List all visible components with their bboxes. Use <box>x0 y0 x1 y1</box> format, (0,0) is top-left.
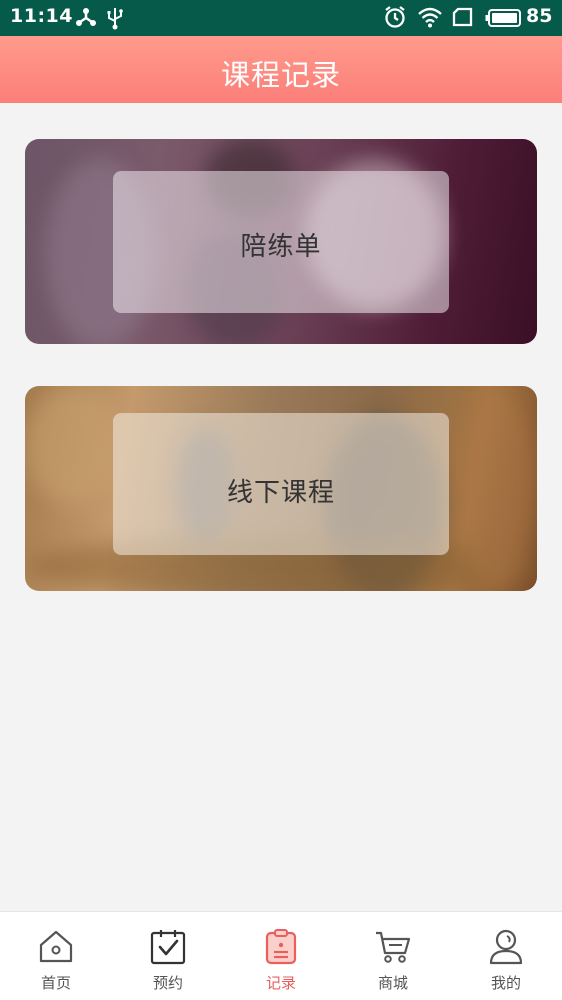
alarm-icon <box>383 5 407 33</box>
battery-icon <box>485 8 523 32</box>
usb-icon <box>106 6 124 34</box>
nav-label: 首页 <box>40 974 71 992</box>
nav-item-shop[interactable]: 商城 <box>337 912 449 1000</box>
status-time: 11:14 <box>10 5 73 27</box>
status-bar: 11:14 85 <box>0 0 562 36</box>
battery-percent: 85 <box>526 5 553 27</box>
nav-item-home[interactable]: 首页 <box>0 912 112 1000</box>
clipboard-icon <box>262 928 300 966</box>
wifi-icon <box>417 5 443 33</box>
home-icon <box>37 928 75 966</box>
calendar-check-icon <box>149 928 187 966</box>
nav-item-records[interactable]: 记录 <box>225 912 337 1000</box>
nav-item-profile[interactable]: 我的 <box>450 912 562 1000</box>
sim-icon <box>452 7 474 31</box>
cart-icon <box>374 928 412 966</box>
header: 课程记录 <box>0 36 562 103</box>
nav-label: 商城 <box>377 974 408 992</box>
card-sparring-orders[interactable]: 陪练单 <box>25 139 537 344</box>
card-label: 线下课程 <box>226 478 335 508</box>
nav-label: 记录 <box>265 974 296 992</box>
nav-label: 我的 <box>490 974 521 992</box>
page-title: 课程记录 <box>220 58 341 92</box>
user-icon <box>487 928 525 966</box>
nav-label: 预约 <box>152 974 183 992</box>
nav-item-booking[interactable]: 预约 <box>112 912 224 1000</box>
network-share-icon <box>75 6 97 32</box>
card-label: 陪练单 <box>240 232 322 262</box>
bottom-nav: 首页 预约 记录 商城 我的 <box>0 911 562 1000</box>
card-offline-courses[interactable]: 线下课程 <box>25 386 537 591</box>
